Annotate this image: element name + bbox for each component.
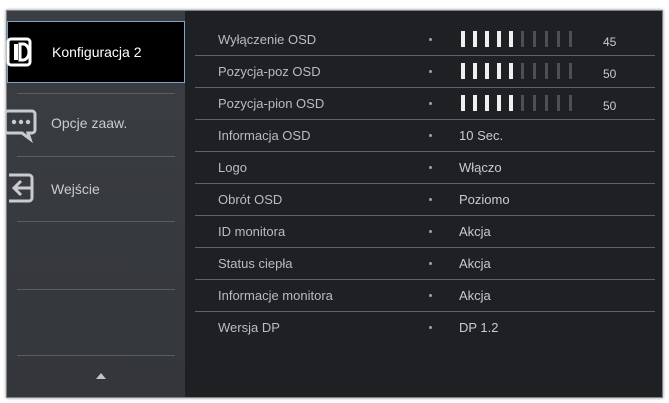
setting-value: Włączo: [459, 160, 502, 175]
setting-label: Informacje monitora: [218, 288, 333, 303]
bullet-icon: [429, 294, 432, 297]
slider-tick: [545, 31, 548, 47]
slider-tick: [521, 31, 524, 47]
setting-label: Logo: [218, 160, 247, 175]
slider-tick: [497, 31, 501, 47]
slider-tick: [533, 31, 536, 47]
bullet-icon: [429, 166, 432, 169]
slider-tick: [533, 63, 536, 79]
sidebar-item-konfiguracja-2[interactable]: Konfiguracja 2: [6, 21, 185, 83]
slider-value: 45: [603, 35, 617, 49]
sidebar: Konfiguracja 2 Opcje zaaw. Wejście: [3, 11, 185, 397]
setting-row-pozycja-pion-osd[interactable]: Pozycja-pion OSD 50: [195, 87, 655, 120]
sidebar-divider: [17, 221, 175, 222]
slider-tick: [533, 95, 536, 111]
slider-tick: [521, 63, 524, 79]
slider-tick: [485, 63, 489, 79]
sidebar-item-label: Konfiguracja 2: [52, 44, 142, 60]
slider-tick: [461, 31, 465, 47]
bullet-icon: [429, 230, 432, 233]
slider-tick: [461, 63, 465, 79]
osd-menu-window: Konfiguracja 2 Opcje zaaw. Wejście Wyłąc…: [3, 10, 663, 398]
setting-value: Akcja: [459, 224, 491, 239]
setting-row-wersja-dp[interactable]: Wersja DP DP 1.2: [195, 311, 655, 344]
slider-tick: [569, 95, 572, 111]
setting-value: Akcja: [459, 288, 491, 303]
sidebar-divider: [17, 355, 175, 356]
setting-row-wylaczenie-osd[interactable]: Wyłączenie OSD 45: [195, 23, 655, 56]
setting-label: ID monitora: [218, 224, 286, 239]
bullet-icon: [429, 326, 432, 329]
horizontal-position-slider[interactable]: [461, 63, 591, 79]
setting-value: Akcja: [459, 256, 491, 271]
sidebar-item-wejscie[interactable]: Wejście: [7, 161, 185, 223]
setting-row-informacje-monitora[interactable]: Informacje monitora Akcja: [195, 279, 655, 312]
slider-tick: [461, 95, 465, 111]
slider-tick: [521, 95, 524, 111]
bullet-icon: [429, 262, 432, 265]
setting-label: Wyłączenie OSD: [218, 32, 317, 47]
osd-off-slider[interactable]: [461, 31, 591, 47]
slider-tick: [497, 63, 501, 79]
slider-tick: [569, 63, 572, 79]
setting-row-pozycja-poz-osd[interactable]: Pozycja-poz OSD 50: [195, 55, 655, 88]
slider-tick: [557, 31, 560, 47]
slider-tick: [473, 31, 477, 47]
slider-tick: [557, 95, 560, 111]
bullet-icon: [429, 102, 432, 105]
slider-tick: [545, 95, 548, 111]
slider-tick: [509, 31, 513, 47]
setting-label: Pozycja-poz OSD: [218, 64, 321, 79]
sidebar-divider: [17, 93, 175, 94]
setting-label: Obrót OSD: [218, 192, 283, 207]
bullet-icon: [429, 70, 432, 73]
setting-label: Wersja DP: [218, 320, 280, 335]
slider-tick: [497, 95, 501, 111]
settings-list: Wyłączenie OSD 45 Pozycja-poz OSD 50 Poz…: [195, 23, 655, 343]
slider-tick: [557, 63, 560, 79]
vertical-position-slider[interactable]: [461, 95, 591, 111]
setting-row-id-monitora[interactable]: ID monitora Akcja: [195, 215, 655, 248]
setting-row-informacja-osd[interactable]: Informacja OSD 10 Sec.: [195, 119, 655, 152]
setting-label: Pozycja-pion OSD: [218, 96, 325, 111]
setting-row-status-ciepla[interactable]: Status ciepła Akcja: [195, 247, 655, 280]
setting-value: DP 1.2: [459, 320, 499, 335]
sidebar-item-opcje-zaaw[interactable]: Opcje zaaw.: [3, 97, 185, 159]
bullet-icon: [429, 134, 432, 137]
slider-tick: [545, 63, 548, 79]
setting-label: Status ciepła: [218, 256, 293, 271]
slider-tick: [485, 31, 489, 47]
display-icon: [6, 36, 36, 68]
sidebar-divider: [17, 156, 175, 157]
slider-tick: [485, 95, 489, 111]
bullet-icon: [429, 198, 432, 201]
bullet-icon: [429, 38, 432, 41]
slider-tick: [473, 95, 477, 111]
setting-row-obrot-osd[interactable]: Obrót OSD Poziomo: [195, 183, 655, 216]
setting-row-logo[interactable]: Logo Włączo: [195, 151, 655, 184]
slider-tick: [473, 63, 477, 79]
slider-value: 50: [603, 99, 617, 113]
input-arrow-icon: [5, 171, 35, 203]
sidebar-divider: [17, 289, 175, 290]
setting-label: Informacja OSD: [218, 128, 311, 143]
speech-bubble-icon: [3, 107, 37, 144]
setting-value: Poziomo: [459, 192, 510, 207]
setting-value: 10 Sec.: [459, 128, 504, 143]
sidebar-item-label: Wejście: [51, 181, 100, 197]
sidebar-item-label: Opcje zaaw.: [51, 115, 128, 131]
up-arrow-icon[interactable]: [96, 373, 106, 379]
slider-value: 50: [603, 67, 617, 81]
slider-tick: [509, 63, 513, 79]
slider-tick: [509, 95, 513, 111]
slider-tick: [569, 31, 572, 47]
